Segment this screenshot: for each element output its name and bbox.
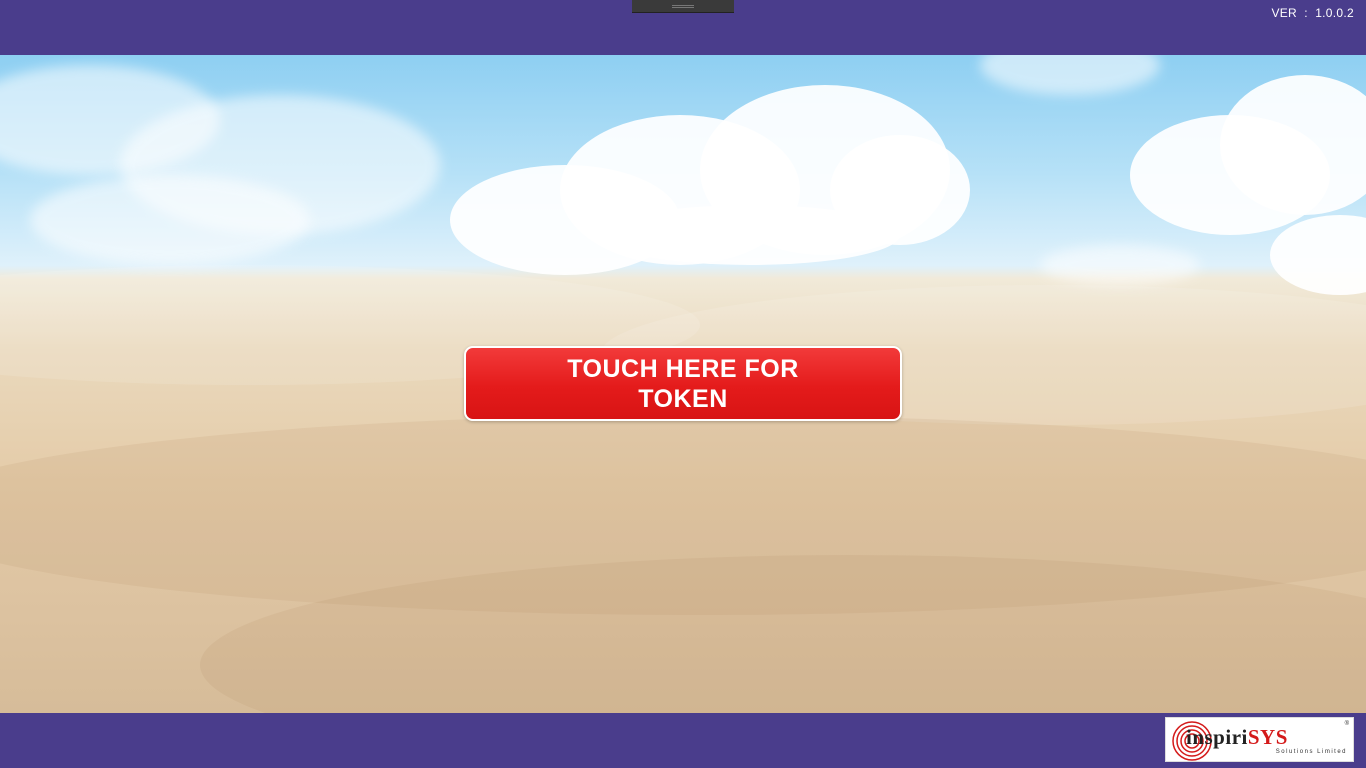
- drag-handle[interactable]: [632, 0, 734, 13]
- cloud: [1040, 245, 1200, 285]
- cloud: [1270, 215, 1366, 295]
- logo-tagline: Solutions Limited: [1275, 749, 1347, 755]
- bottom-bar: [0, 713, 1366, 768]
- version-label: VER : 1.0.0.2: [1271, 6, 1354, 20]
- inspirisys-logo: inspiriSYS Solutions Limited ®: [1165, 717, 1354, 762]
- cloud: [600, 205, 900, 265]
- touch-for-token-button[interactable]: TOUCH HERE FOR TOKEN: [464, 346, 902, 421]
- cloud: [30, 175, 310, 265]
- grip-icon: [672, 5, 694, 8]
- top-bar: VER : 1.0.0.2: [0, 0, 1366, 55]
- token-button-label: TOUCH HERE FOR TOKEN: [567, 354, 799, 413]
- cloud: [980, 55, 1160, 95]
- logo-trademark: ®: [1344, 721, 1349, 727]
- logo-brand: inspiriSYS: [1186, 725, 1288, 749]
